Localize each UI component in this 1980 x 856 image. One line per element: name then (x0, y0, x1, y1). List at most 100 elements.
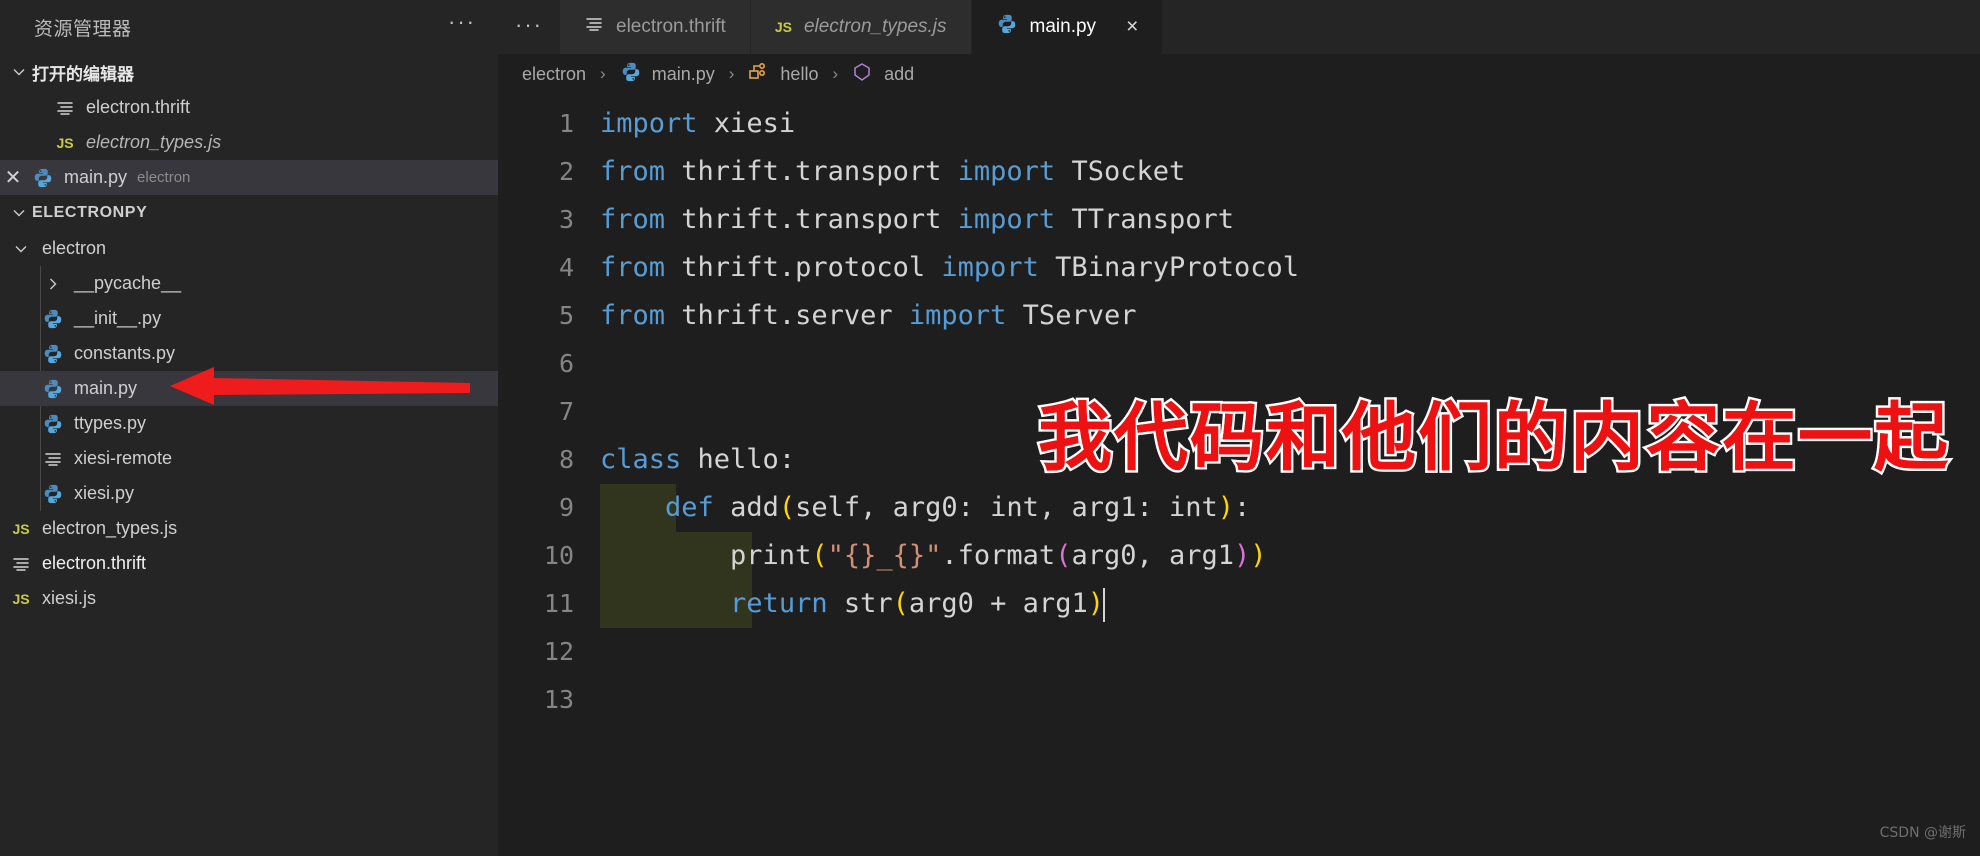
code-line-text[interactable]: def add(self, arg0: int, arg1: int): (600, 484, 1250, 532)
code-line-text[interactable]: import xiesi (600, 100, 795, 148)
breadcrumb-item[interactable]: hello (748, 62, 818, 87)
code-token: ) (1217, 492, 1235, 523)
js-file-icon: JS (12, 590, 30, 607)
breadcrumb-separator-icon: › (728, 64, 735, 83)
tree-folder-item[interactable]: electron (0, 231, 498, 266)
tabbar-more-icon[interactable]: ··· (498, 0, 560, 54)
code-line-text[interactable]: from thrift.transport import TSocket (600, 148, 1185, 196)
code-line-text[interactable]: class hello: (600, 436, 795, 484)
project-name-label: ELECTRONPY (32, 204, 148, 221)
code-token: hello: (681, 444, 796, 475)
tree-file-item[interactable]: main.py (0, 371, 498, 406)
code-token: import (941, 252, 1039, 283)
code-token: TBinaryProtocol (1038, 252, 1300, 283)
code-token: .format (941, 540, 1056, 571)
code-token: print (600, 540, 812, 571)
breadcrumb-separator-icon: › (832, 64, 839, 83)
tree-item-label: electron (42, 238, 107, 258)
open-editors-label: 打开的编辑器 (32, 64, 134, 84)
tree-file-item[interactable]: electron.thrift (0, 546, 498, 581)
code-token: ( (892, 588, 909, 619)
line-number: 11 (543, 589, 574, 618)
tree-item-label: constants.py (74, 343, 176, 363)
folder-collapsed-icon (40, 273, 66, 295)
python-file-icon (40, 413, 66, 435)
tree-file-item[interactable]: xiesi.py (0, 476, 498, 511)
editor-tab[interactable]: JS electron_types.js (750, 0, 972, 54)
tree-file-item[interactable]: constants.py (0, 336, 498, 371)
breadcrumb-label: electron (522, 63, 587, 84)
tree-file-item[interactable]: ttypes.py (0, 406, 498, 441)
code-token: from (600, 204, 666, 235)
explorer-title-row: 资源管理器 ··· (0, 0, 498, 54)
file-tree: electron __pycache__ __init__.py constants.… (0, 231, 498, 616)
chevron-down-icon (6, 205, 32, 221)
code-line-text[interactable]: print("{}_{}".format(arg0, arg1)) (600, 532, 1267, 580)
code-token: from (600, 300, 666, 331)
code-token: import (600, 108, 698, 139)
python-file-icon (40, 378, 66, 400)
code-token: TServer (1006, 300, 1137, 331)
code-line-text[interactable]: return str(arg0 + arg1) (600, 580, 1105, 628)
line-number: 2 (558, 157, 574, 186)
editor-tab-bar: ··· electron.thrift JS electron_types.js ma… (498, 0, 1980, 54)
open-editors-section-header[interactable]: 打开的编辑器 (0, 54, 498, 90)
tree-file-item[interactable]: xiesi-remote (0, 441, 498, 476)
close-icon[interactable]: ✕ (0, 165, 26, 190)
annotation-overlay-text: 我代码和他们的内容在一起 我代码和他们的内容在一起 (1036, 378, 1951, 485)
breadcrumb: electron › main.py › hello › add (498, 54, 1980, 94)
explorer-more-actions-icon[interactable]: ··· (448, 11, 476, 37)
tree-folder-item[interactable]: __pycache__ (0, 266, 498, 301)
tabs-host: electron.thrift JS electron_types.js main.p… (560, 0, 1164, 54)
project-section-header[interactable]: ELECTRONPY (0, 195, 498, 231)
watermark: CSDN @谢斯 (1879, 825, 1966, 841)
code-token: TTransport (1055, 204, 1234, 235)
editor-tab[interactable]: main.py × (971, 0, 1164, 54)
tree-file-item[interactable]: __init__.py (0, 301, 498, 336)
python-file-icon (620, 61, 644, 88)
code-line-text[interactable]: from thrift.transport import TTransport (600, 196, 1234, 244)
code-token: str (827, 588, 893, 619)
code-token: arg0, arg1 (1071, 540, 1235, 571)
code-line-text[interactable]: from thrift.protocol import TBinaryProto… (600, 244, 1299, 292)
code-token: : (1234, 492, 1251, 523)
open-editor-item[interactable]: electron.thrift (0, 90, 498, 125)
code-token: ) (1234, 540, 1251, 571)
open-editor-item[interactable]: ✕ main.py electron (0, 160, 498, 195)
code-line: 9 def add(self, arg0: int, arg1: int): (498, 484, 1980, 532)
code-line: 3 from thrift.transport import TTransport (498, 196, 1980, 244)
code-token: thrift.transport (665, 156, 958, 187)
editor-tab[interactable]: electron.thrift (560, 0, 751, 54)
tree-file-item[interactable]: JS xiesi.js (0, 581, 498, 616)
breadcrumb-label: hello (780, 63, 819, 84)
tree-file-item[interactable]: JS electron_types.js (0, 511, 498, 546)
breadcrumb-item[interactable]: main.py (620, 61, 715, 88)
code-line: 1 import xiesi (498, 100, 1980, 148)
tree-item-label: electron.thrift (42, 553, 147, 573)
python-file-icon (40, 308, 66, 330)
code-line-text[interactable]: from thrift.server import TServer (600, 292, 1136, 340)
editor-tab-label: main.py (1029, 16, 1097, 37)
code-token: ( (1055, 540, 1072, 571)
tree-item-label: xiesi-remote (74, 448, 173, 468)
code-token: xiesi (697, 108, 796, 139)
line-number: 13 (543, 685, 574, 714)
breadcrumb-item[interactable]: add (852, 62, 914, 87)
editor-tab-label: electron.thrift (616, 16, 726, 37)
code-token: add (713, 492, 779, 523)
method-symbol-icon (852, 62, 876, 87)
code-token: self, arg0: int, arg1: int (795, 492, 1218, 523)
python-file-icon (40, 343, 66, 365)
code-token: TSocket (1055, 156, 1186, 187)
breadcrumb-item[interactable]: electron (522, 64, 586, 85)
code-token: from (600, 252, 666, 283)
tree-item-label: xiesi.py (74, 483, 135, 503)
open-editor-folder: electron (137, 169, 191, 186)
breadcrumb-separator-icon: › (600, 64, 606, 83)
close-icon[interactable]: × (1126, 15, 1138, 39)
line-number: 3 (558, 205, 574, 234)
open-editors-list: electron.thrift JS electron_types.js ✕ main.… (0, 90, 498, 195)
open-editor-item[interactable]: JS electron_types.js (0, 125, 498, 160)
python-file-icon (996, 13, 1018, 41)
tree-item-label: ttypes.py (74, 413, 147, 433)
